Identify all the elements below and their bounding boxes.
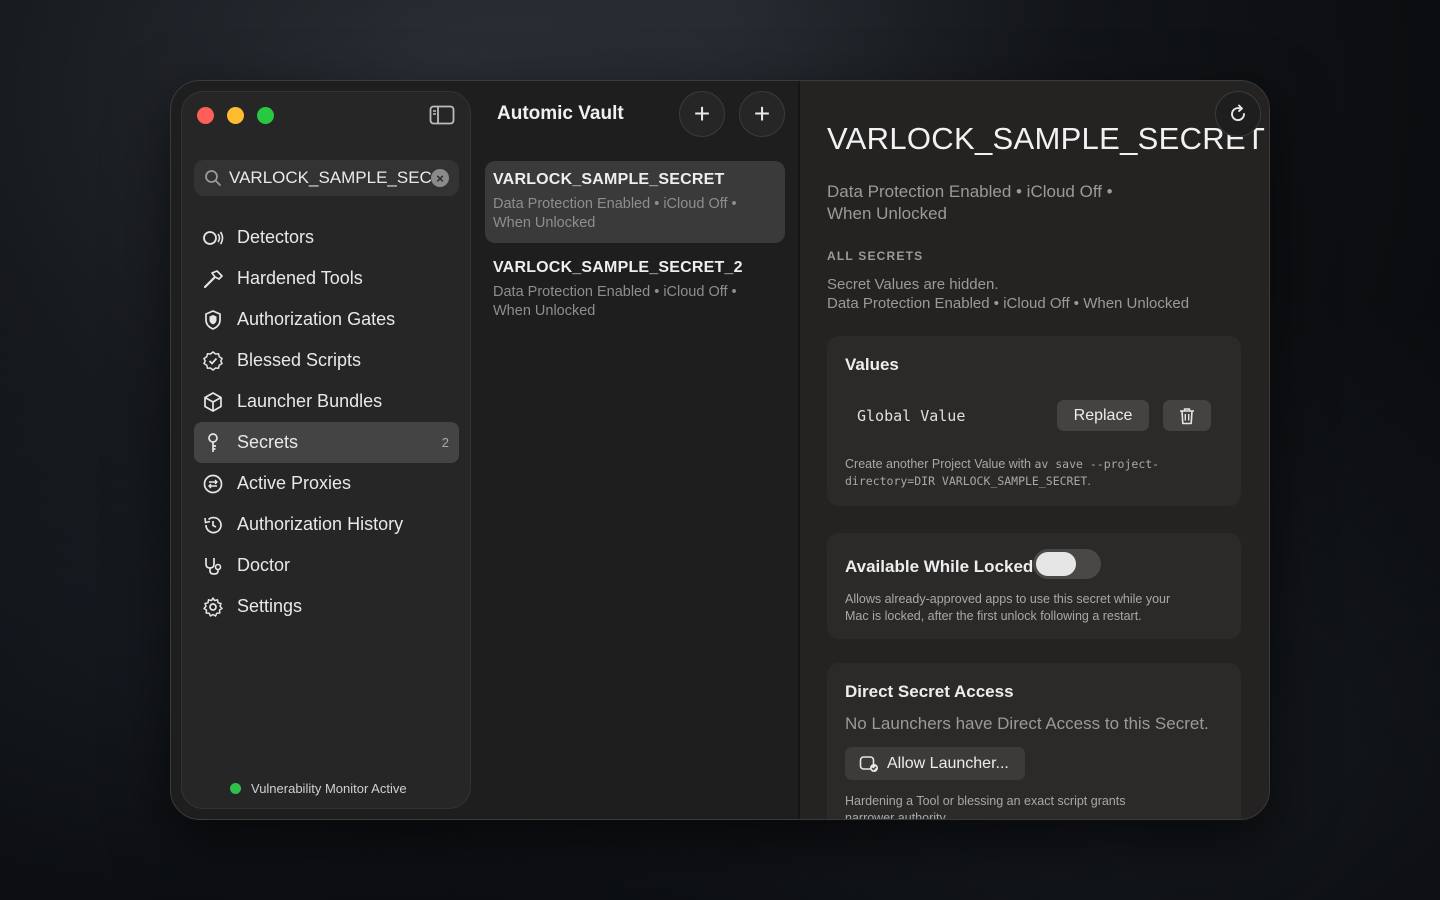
list-item[interactable]: VARLOCK_SAMPLE_SECRET_2 Data Protection … xyxy=(485,249,785,331)
hint-command: av save --project- xyxy=(1034,457,1160,471)
global-value-label: Global Value xyxy=(857,407,966,425)
add-item-button[interactable]: + xyxy=(739,91,785,137)
sidebar-item-doctor[interactable]: Doctor xyxy=(194,545,459,586)
history-icon xyxy=(202,514,224,536)
values-card: Values Global Value Replace Create anoth… xyxy=(827,336,1241,506)
search-field[interactable]: VARLOCK_SAMPLE_SEC × xyxy=(194,160,459,196)
sidebar-item-label: Blessed Scripts xyxy=(237,350,362,370)
sidebar-item-label: Settings xyxy=(237,596,303,616)
allow-launcher-button[interactable]: Allow Launcher... xyxy=(845,747,1025,780)
note-line: Data Protection Enabled • iCloud Off • W… xyxy=(827,295,1190,312)
hint-line: narrower authority. xyxy=(845,811,949,820)
sidebar-item-authorization-history[interactable]: Authorization History xyxy=(194,504,459,545)
replace-button[interactable]: Replace xyxy=(1057,400,1149,431)
section-label: ALL SECRETS xyxy=(827,249,924,263)
shield-icon xyxy=(202,309,224,331)
page-title: VARLOCK_SAMPLE_SECRET xyxy=(827,121,1266,156)
seal-check-icon xyxy=(202,350,224,372)
toggle-knob xyxy=(1036,552,1076,576)
refresh-icon xyxy=(1231,104,1245,121)
secret-meta: Data Protection Enabled • iCloud Off • xyxy=(493,196,737,212)
refresh-button[interactable] xyxy=(1215,91,1261,137)
sidebar-item-launcher-bundles[interactable]: Launcher Bundles xyxy=(194,381,459,422)
hint-line: Allows already-approved apps to use this… xyxy=(845,592,1171,606)
secret-meta: Data Protection Enabled • iCloud Off • xyxy=(493,284,737,300)
monitor-status-text: Vulnerability Monitor Active xyxy=(251,781,407,796)
vault-title: Automic Vault xyxy=(497,103,624,124)
secret-detail-pane: VARLOCK_SAMPLE_SECRET Data Protection En… xyxy=(800,81,1269,820)
meta-line: Data Protection Enabled • iCloud Off • xyxy=(827,182,1113,201)
project-value-hint: Create another Project Value with av sav… xyxy=(845,456,1225,490)
secret-name: VARLOCK_SAMPLE_SECRET_2 xyxy=(493,259,743,276)
no-launchers-text: No Launchers have Direct Access to this … xyxy=(845,714,1209,733)
sidebar-item-label: Active Proxies xyxy=(237,473,352,493)
sidebar-item-hardened-tools[interactable]: Hardened Tools xyxy=(194,258,459,299)
search-input[interactable]: VARLOCK_SAMPLE_SEC xyxy=(229,168,431,188)
list-item[interactable]: VARLOCK_SAMPLE_SECRET Data Protection En… xyxy=(485,161,785,243)
sidebar-toggle-icon[interactable] xyxy=(429,105,455,125)
hidden-values-note: Secret Values are hidden. Data Protectio… xyxy=(827,275,1189,313)
minimize-window-button[interactable] xyxy=(227,107,244,124)
locked-access-card: Available While Locked Allows already-ap… xyxy=(827,533,1241,639)
sidebar-item-authorization-gates[interactable]: Authorization Gates xyxy=(194,299,459,340)
direct-access-hint: Hardening a Tool or blessing an exact sc… xyxy=(845,793,1225,820)
direct-access-heading: Direct Secret Access xyxy=(845,682,1014,701)
close-window-button[interactable] xyxy=(197,107,214,124)
app-window: VARLOCK_SAMPLE_SEC × Detectors Hardened … xyxy=(170,80,1270,820)
secret-meta: Data Protection Enabled • iCloud Off • W… xyxy=(827,181,1167,225)
clear-search-icon[interactable]: × xyxy=(431,169,449,187)
search-icon xyxy=(205,170,221,186)
cube-icon xyxy=(202,391,224,413)
sidebar-item-label: Detectors xyxy=(237,227,315,247)
note-line: Secret Values are hidden. xyxy=(827,276,999,293)
status-indicator-dot xyxy=(230,783,241,794)
locked-hint: Allows already-approved apps to use this… xyxy=(845,591,1225,625)
secret-meta: When Unlocked xyxy=(493,303,596,319)
secret-meta: When Unlocked xyxy=(493,215,596,231)
launcher-add-icon xyxy=(859,755,878,772)
sidebar-item-label: Launcher Bundles xyxy=(237,391,383,411)
sidebar-item-secrets[interactable]: Secrets 2 xyxy=(194,422,459,463)
delete-value-button[interactable] xyxy=(1163,400,1211,431)
sidebar-item-blessed-scripts[interactable]: Blessed Scripts xyxy=(194,340,459,381)
traffic-lights xyxy=(197,107,274,124)
hint-text: . xyxy=(1087,474,1091,488)
values-heading: Values xyxy=(845,355,899,374)
available-while-locked-toggle[interactable] xyxy=(1033,549,1101,579)
sidebar-item-detectors[interactable]: Detectors xyxy=(194,217,459,258)
detector-icon xyxy=(202,227,224,249)
sidebar-item-settings[interactable]: Settings xyxy=(194,586,459,627)
hint-text: Create another Project Value with xyxy=(845,457,1031,471)
secrets-count-badge: 2 xyxy=(441,435,449,450)
sidebar-item-active-proxies[interactable]: Active Proxies xyxy=(194,463,459,504)
vulnerability-monitor-status: Vulnerability Monitor Active xyxy=(230,781,407,796)
add-secret-button[interactable]: + xyxy=(679,91,725,137)
sidebar-item-label: Authorization History xyxy=(237,514,404,534)
sidebar-item-label: Doctor xyxy=(237,555,291,575)
secret-name: VARLOCK_SAMPLE_SECRET xyxy=(493,171,725,188)
secrets-list: VARLOCK_SAMPLE_SECRET Data Protection En… xyxy=(485,161,785,331)
available-while-locked-label: Available While Locked xyxy=(845,557,1034,576)
allow-launcher-label: Allow Launcher... xyxy=(887,754,1009,772)
proxy-icon xyxy=(202,473,224,495)
sidebar-item-label: Hardened Tools xyxy=(237,268,363,288)
secrets-list-column: Automic Vault + + VARLOCK_SAMPLE_SECRET … xyxy=(473,81,798,819)
gear-icon xyxy=(202,596,224,618)
meta-line: When Unlocked xyxy=(827,204,948,223)
zoom-window-button[interactable] xyxy=(257,107,274,124)
plus-icon: + xyxy=(693,98,711,129)
hint-line: Hardening a Tool or blessing an exact sc… xyxy=(845,794,1126,808)
stethoscope-icon xyxy=(202,555,224,577)
direct-access-card: Direct Secret Access No Launchers have D… xyxy=(827,663,1241,820)
sidebar-nav: Detectors Hardened Tools Authorization G… xyxy=(194,217,459,627)
hint-line: Mac is locked, after the first unlock fo… xyxy=(845,609,1142,623)
key-icon xyxy=(202,432,224,454)
plus-icon: + xyxy=(753,98,771,129)
sidebar-item-label: Secrets xyxy=(237,432,299,452)
trash-icon xyxy=(1180,407,1194,424)
sidebar-item-label: Authorization Gates xyxy=(237,309,396,329)
hint-command: directory=DIR VARLOCK_SAMPLE_SECRET xyxy=(845,474,1088,488)
hammer-icon xyxy=(202,268,224,290)
sidebar: VARLOCK_SAMPLE_SEC × Detectors Hardened … xyxy=(181,91,471,809)
